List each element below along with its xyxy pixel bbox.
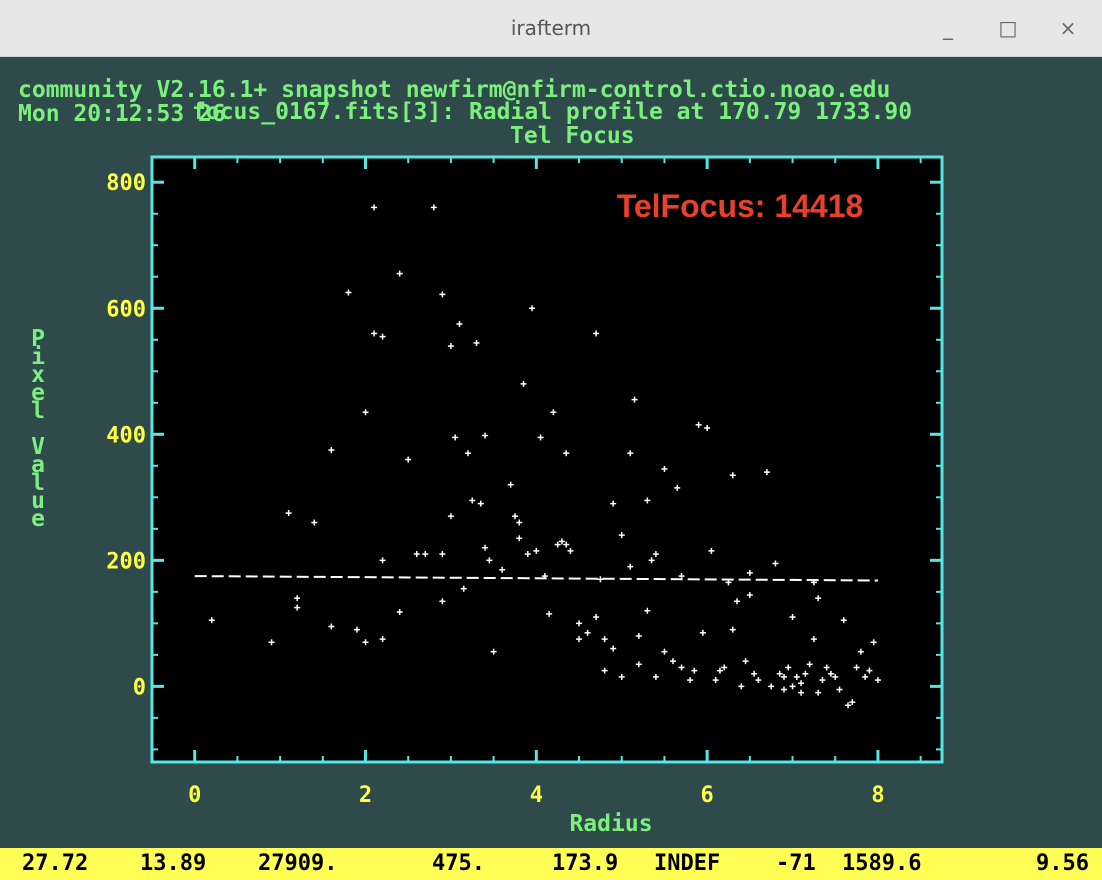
status-value: 1589.6 bbox=[842, 851, 922, 876]
y-tick-label: 400 bbox=[106, 423, 146, 448]
status-value: 27909. bbox=[258, 851, 338, 876]
y-tick-label: 200 bbox=[106, 549, 146, 574]
x-tick-label: 4 bbox=[530, 783, 543, 808]
y-tick-label: 0 bbox=[133, 675, 146, 700]
radial-profile-plot: 0 2 4 6 8 0 200 400 600 800 TelFocus: 14418 bbox=[106, 155, 944, 808]
status-bar: 27.72 13.89 27909. 475. 173.9 INDEF -71 … bbox=[0, 848, 1102, 880]
close-button[interactable]: × bbox=[1048, 8, 1088, 48]
minimize-button[interactable]: _ bbox=[928, 8, 968, 48]
status-value: 475. bbox=[432, 851, 485, 876]
status-value: 27.72 bbox=[22, 851, 89, 876]
y-tick-label: 800 bbox=[106, 171, 146, 196]
status-value: 173.9 bbox=[552, 851, 619, 876]
x-axis-label: Radius bbox=[569, 811, 653, 837]
maximize-button[interactable]: □ bbox=[988, 8, 1028, 48]
x-tick-label: 8 bbox=[871, 783, 884, 808]
x-tick-label: 6 bbox=[701, 783, 714, 808]
status-value: 9.56 bbox=[1036, 851, 1089, 876]
status-value: -71 bbox=[776, 851, 816, 876]
y-axis-label: Pixel Value bbox=[26, 328, 50, 532]
plot-area bbox=[150, 155, 944, 764]
window-titlebar[interactable]: irafterm _ □ × bbox=[0, 0, 1102, 57]
status-value: 13.89 bbox=[140, 851, 207, 876]
x-tick-label: 2 bbox=[359, 783, 372, 808]
telfocus-annotation: TelFocus: 14418 bbox=[617, 188, 864, 224]
y-tick-label: 600 bbox=[106, 297, 146, 322]
y-axis-label-char: e bbox=[31, 506, 45, 532]
x-tick-label: 0 bbox=[188, 783, 201, 808]
status-value: INDEF bbox=[654, 851, 721, 876]
